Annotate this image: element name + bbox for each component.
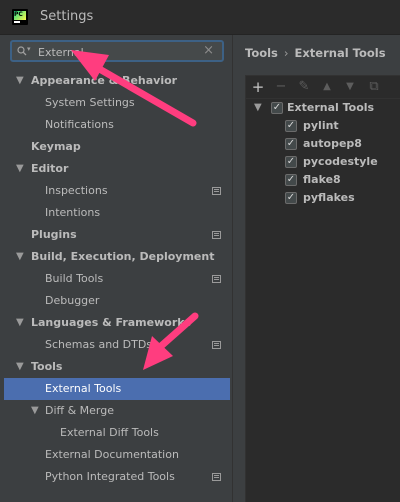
callout-arrow-external-tools xyxy=(143,312,199,370)
settings-window: PC Settings ▾ × ▼ Appearance & Behavior … xyxy=(0,0,400,502)
callout-arrows xyxy=(71,50,199,370)
callout-arrow-search xyxy=(71,50,197,127)
